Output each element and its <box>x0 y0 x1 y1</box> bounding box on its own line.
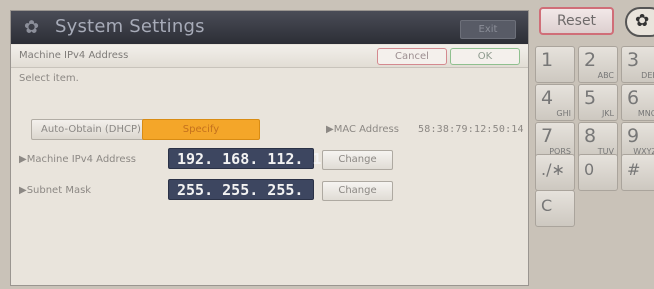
mac-address-label: ▶MAC Address <box>326 124 399 135</box>
change-subnet-button[interactable]: Change <box>322 181 393 201</box>
exit-button[interactable]: Exit <box>460 20 516 39</box>
key-digit: 0 <box>584 160 595 179</box>
ipv4-address-label: ▶Machine IPv4 Address <box>19 154 136 165</box>
subnet-mask-value: 255. 255. 255. 0 <box>168 179 340 200</box>
clear-key[interactable]: C <box>535 190 575 227</box>
key-letters: DEF <box>641 71 654 80</box>
page-title: Machine IPv4 Address <box>19 50 129 61</box>
key-letters: MNO <box>637 109 654 118</box>
key-digit: C <box>541 196 553 215</box>
key-digit: ./∗ <box>541 160 565 179</box>
key-digit: 1 <box>541 49 554 71</box>
ok-button[interactable]: OK <box>450 48 520 65</box>
key-0[interactable]: 0 <box>578 154 618 191</box>
change-ipv4-button[interactable]: Change <box>322 150 393 170</box>
key-digit: 2 <box>584 49 597 71</box>
gear-icon: ✿ <box>635 11 650 31</box>
key-digit: # <box>627 160 641 179</box>
key-1[interactable]: 1 <box>535 46 575 83</box>
key-6[interactable]: 6 MNO <box>621 84 654 121</box>
subnet-mask-label: ▶Subnet Mask <box>19 185 92 196</box>
key-3[interactable]: 3 DEF <box>621 46 654 83</box>
key-digit: 8 <box>584 125 597 147</box>
key-4[interactable]: 4 GHI <box>535 84 575 121</box>
instruction-text: Select item. <box>19 73 79 84</box>
key-letters: ABC <box>597 71 614 80</box>
ipv4-address-value: 192. 168. 112. 157 <box>168 148 340 169</box>
specify-button[interactable]: Specify <box>142 119 260 140</box>
key-digit: 7 <box>541 125 554 147</box>
title-bar: ✿ System Settings Exit <box>11 11 528 44</box>
window-title: System Settings <box>55 16 205 37</box>
auto-obtain-dhcp-button[interactable]: Auto-Obtain (DHCP) <box>31 119 151 140</box>
key-letters: GHI <box>556 109 571 118</box>
gear-icon: ✿ <box>23 17 40 38</box>
key-digit: 6 <box>627 87 640 109</box>
key-digit: 4 <box>541 87 554 109</box>
key-2[interactable]: 2 ABC <box>578 46 618 83</box>
sub-header: Machine IPv4 Address Cancel OK <box>11 45 528 68</box>
key-digit: 9 <box>627 125 640 147</box>
settings-button[interactable]: ✿ <box>625 7 654 37</box>
key-symbols[interactable]: ./∗ <box>535 154 575 191</box>
key-digit: 5 <box>584 87 597 109</box>
key-digit: 3 <box>627 49 640 71</box>
key-5[interactable]: 5 JKL <box>578 84 618 121</box>
cancel-button[interactable]: Cancel <box>377 48 447 65</box>
reset-button[interactable]: Reset <box>539 7 614 35</box>
key-letters: JKL <box>601 109 614 118</box>
mac-address-value: 58:38:79:12:50:14 <box>418 124 524 135</box>
key-hash[interactable]: # <box>621 154 654 191</box>
settings-screen: ✿ System Settings Exit Machine IPv4 Addr… <box>10 10 529 286</box>
